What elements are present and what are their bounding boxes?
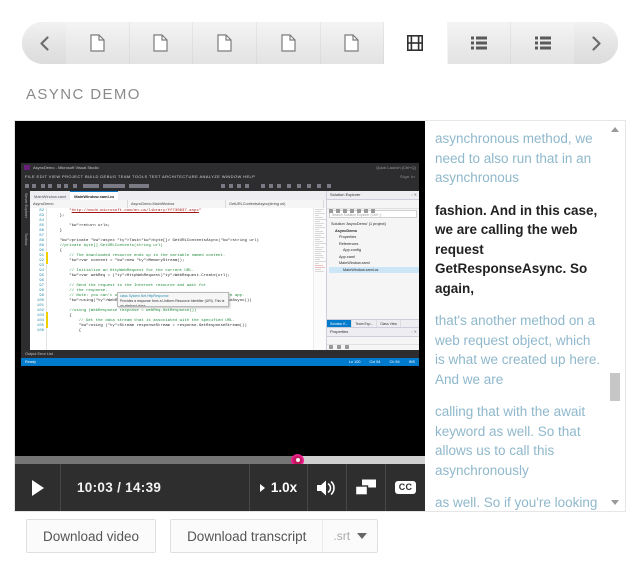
video-progress-played [15,456,298,464]
transcript-cue[interactable]: calling that with the await keyword as w… [435,402,603,480]
chevron-left-icon [39,35,49,51]
caret-right-icon [259,483,265,492]
page-title: ASYNC DEMO [26,86,141,103]
closed-captions-button[interactable]: CC [386,464,425,511]
pager-item-page-4[interactable] [257,22,321,64]
vs-solution-explorer-title: Solution Explorer ▫ ✕ [327,191,419,200]
vs-solution-explorer-toolbar[interactable] [327,200,419,213]
chevron-down-icon [357,533,368,539]
video-progress-bar[interactable] [15,453,425,467]
vs-intellisense-tooltip: class System.Net.HttpResponse Provides a… [117,292,229,307]
transcript-format-label: .srt [333,529,351,543]
vs-solution-tree[interactable]: Solution 'AsyncDemo' (1 project) AsyncDem… [327,219,419,273]
vs-tooltip-body: Provides a response from a Uniform Resou… [120,299,225,307]
pager-item-page-3[interactable] [193,22,257,64]
scroll-down-arrow-icon[interactable] [611,500,619,505]
vs-breadcrumb-member[interactable]: GetURLContentsAsync(string url) [226,200,324,208]
pager-item-page-5[interactable] [321,22,385,64]
vs-line-numbers: 82 83 84 85 86 87 88 89 90 91 92 93 94 95 96 97 98 99 100 1… [30,208,47,350]
play-button[interactable] [15,464,61,511]
pager-item-page-2[interactable] [130,22,194,64]
visual-studio-logo-icon [24,165,30,170]
fullscreen-button[interactable] [347,464,386,511]
close-icon[interactable]: ▫ ✕ [411,328,417,336]
close-icon[interactable]: ▫ ✕ [411,191,417,199]
screencast-visual-studio: AsyncDemo - Microsoft Visual Studio Quic… [21,163,419,366]
transcript-cue[interactable]: as well. So if you're looking at it, you… [435,493,603,511]
vs-status-ch: Ch 54 [389,360,400,364]
vs-se-title-text: Solution Explorer [330,192,361,197]
vs-titlebar: AsyncDemo - Microsoft Visual Studio Quic… [21,163,419,172]
pager-page-list [66,22,574,64]
download-transcript-button[interactable]: Download transcript [171,520,322,552]
video-controls: 10:03 / 14:39 1.0x CC [15,464,425,511]
vs-output-tabs[interactable]: Output Error List [21,350,419,358]
vs-status-bar: INS Ch 54 Col 54 Ln 100 Ready [21,358,419,366]
vs-breadcrumb-project[interactable]: AsyncDemo [30,200,128,208]
video-column: AsyncDemo - Microsoft Visual Studio Quic… [15,121,425,511]
action-buttons: Download video Download transcript .srt [26,519,379,553]
document-icon [90,34,105,52]
list-icon [471,36,488,50]
vs-properties-panel: Properties ▫ ✕ [326,327,419,350]
play-icon [31,479,44,496]
list-icon [534,36,551,50]
pagination-bar [22,22,618,64]
download-video-button[interactable]: Download video [26,519,157,553]
document-icon [217,34,232,52]
vs-code-text: "http://msdn.microsoft.com/en-us/library… [50,209,259,333]
chevron-right-icon [591,35,601,51]
cc-label: CC [394,481,417,494]
vs-status-ln: Ln 100 [348,360,361,364]
vs-solution-explorer: Solution Explorer ▫ ✕ Search Solution Ex… [326,191,419,328]
vs-minimap[interactable] [313,208,327,350]
vs-properties-title: Properties ▫ ✕ [327,328,419,337]
vs-menu-items: FILE EDIT VIEW PROJECT BUILD DEBUG TEAM … [25,174,256,179]
vs-app-title: AsyncDemo - Microsoft Visual Studio [33,165,99,170]
vs-tooltip-title: class System.Net.HttpResponse [120,294,169,298]
vs-quick-launch: Quick Launch (Ctrl+Q) [376,165,416,170]
pager-next-button[interactable] [574,22,618,64]
vs-status-ins: INS [408,360,415,364]
video-player-card: AsyncDemo - Microsoft Visual Studio Quic… [14,120,626,512]
download-transcript-group: Download transcript .srt [170,519,379,553]
vs-status-text: Ready [25,360,36,364]
vs-properties-toolbar[interactable] [327,337,419,349]
vs-menubar: FILE EDIT VIEW PROJECT BUILD DEBUG TEAM … [21,172,419,181]
document-icon [153,34,169,52]
transcript-cue-active[interactable]: fashion. And in this case, we are callin… [435,201,603,299]
vs-sign-in: Sign in [399,174,415,179]
time-display: 10:03 / 14:39 [61,464,250,511]
transcript-panel: asynchronous method, we need to also run… [425,121,625,511]
picture-in-picture-icon [355,479,376,496]
transcript-cue[interactable]: that's another method on a web request o… [435,311,603,389]
vs-breadcrumb-class[interactable]: AsyncDemo.MainWindow [128,200,226,208]
video-stage[interactable]: AsyncDemo - Microsoft Visual Studio Quic… [15,121,425,466]
pager-prev-button[interactable] [22,22,66,64]
scroll-up-arrow-icon[interactable] [611,127,619,132]
vs-body: Server Explorer Toolbox MainWindow.xaml M… [21,191,419,366]
pager [22,22,618,64]
vs-status-col: Col 54 [369,360,381,364]
transcript-scrollbar[interactable] [609,125,621,507]
transcript-scrollbar-thumb[interactable] [610,373,620,401]
pager-item-page-6-video[interactable] [384,22,448,64]
vs-solution-explorer-search[interactable]: Search Solution Explorer (Ctrl+;) [329,210,417,218]
transcript-format-select[interactable]: .srt [322,520,377,552]
volume-button[interactable] [308,464,347,511]
pager-item-page-1[interactable] [66,22,130,64]
document-icon [281,34,296,52]
playback-speed-button[interactable]: 1.0x [250,464,308,511]
document-icon [344,34,359,52]
vs-properties-title-text: Properties [330,329,349,334]
vs-left-rail[interactable]: Server Explorer Toolbox [21,191,30,366]
pager-item-page-7-list[interactable] [448,22,512,64]
playback-speed-label: 1.0x [270,480,298,495]
video-icon [407,35,424,51]
volume-icon [317,480,335,495]
pager-item-page-8-list[interactable] [511,22,574,64]
transcript-cue[interactable]: asynchronous method, we need to also run… [435,129,603,188]
vs-code-editor[interactable]: 82 83 84 85 86 87 88 89 90 91 92 93 94 95 96 97 98 99 100 1… [30,208,327,350]
